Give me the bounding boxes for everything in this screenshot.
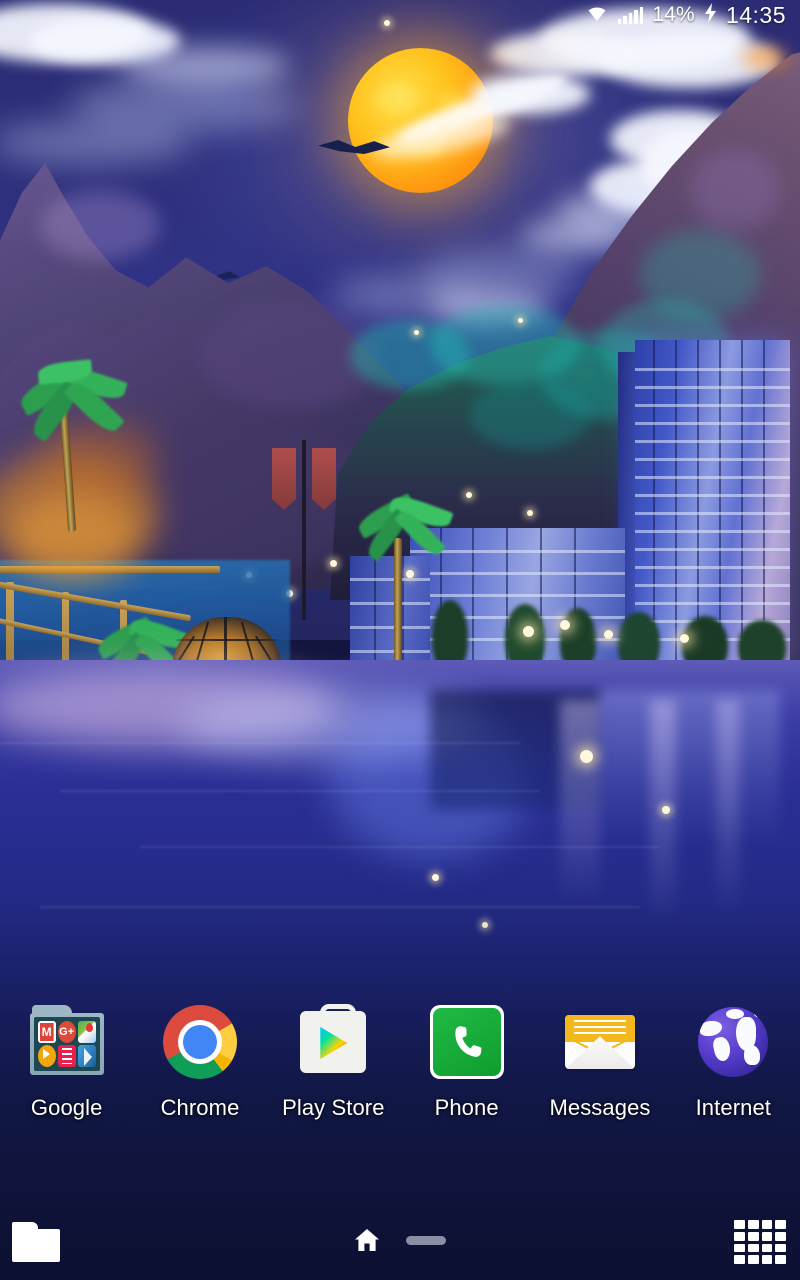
app-drawer-grid-icon[interactable] [734, 1220, 786, 1264]
play-music-mini-icon [37, 1045, 56, 1067]
charging-bolt-icon [704, 2, 717, 28]
grotto-glow [40, 420, 160, 490]
messages-envelope-icon[interactable] [563, 1005, 637, 1079]
mountain-glow [742, 50, 788, 66]
folder-body: G+ [29, 1013, 104, 1075]
globe-landmass [744, 1045, 761, 1065]
dock-app-label: Google [30, 1095, 103, 1120]
wifi-icon [585, 4, 609, 27]
gmail-mini-icon [37, 1021, 56, 1043]
play-store-icon[interactable] [296, 1004, 370, 1079]
building-reflection [600, 690, 780, 840]
home-icon[interactable] [354, 1228, 380, 1252]
dock-app-messages[interactable]: Messages [533, 1005, 666, 1155]
cloud [470, 74, 590, 114]
phone-icon[interactable] [429, 1005, 504, 1079]
handset-glyph [455, 1026, 482, 1057]
street-lamp [330, 560, 337, 567]
street-lamp [466, 492, 472, 498]
folder-icon[interactable] [12, 1222, 60, 1262]
globe-landmass [754, 1009, 769, 1018]
mountain-texture [690, 150, 780, 230]
banner [312, 448, 336, 510]
dock-app-label: Internet [695, 1095, 771, 1120]
clock-label: 14:35 [725, 1, 786, 28]
globe-landmass [711, 1035, 733, 1063]
play-triangle-icon [320, 1027, 348, 1059]
google-plus-mini-icon: G+ [57, 1021, 76, 1043]
globe-landmass [700, 1021, 723, 1036]
banner-pole [302, 440, 306, 620]
battery-percent-label: 14% [652, 3, 695, 26]
app-dock: G+ Google Chrome [0, 1004, 800, 1155]
light-reflection [716, 700, 740, 910]
dock-app-label: Phone [434, 1095, 499, 1120]
dock-app-chrome[interactable]: Chrome [133, 1005, 266, 1155]
dock-app-phone[interactable]: Phone [400, 1005, 533, 1155]
status-bar[interactable]: 14% 14:35 [0, 0, 800, 30]
street-lamp [527, 510, 533, 516]
distant-light [518, 318, 523, 323]
distant-light [414, 330, 419, 335]
play-movies-mini-icon [57, 1045, 76, 1067]
water-light [580, 750, 593, 763]
maps-mini-icon [77, 1021, 96, 1043]
street-lamp [604, 630, 613, 639]
folder-body [12, 1229, 60, 1262]
dock-app-google[interactable]: G+ Google [0, 1005, 133, 1155]
nav-center-group [354, 1228, 446, 1252]
water-light [662, 806, 670, 814]
dock-app-play-store[interactable]: Play Store [267, 1004, 400, 1155]
cloud [490, 32, 640, 76]
envelope-lines [573, 1020, 626, 1037]
street-lamp [560, 620, 570, 630]
street-lamp [680, 634, 689, 643]
android-home-screen: 14% 14:35 G+ [0, 0, 800, 1280]
grotto-glow [10, 490, 140, 580]
street-lamp [523, 626, 534, 637]
bag-body [300, 1011, 367, 1073]
water-light [432, 874, 439, 881]
play-books-mini-icon [77, 1045, 96, 1067]
palm-trunk [394, 538, 402, 668]
street-lamp [406, 570, 414, 578]
recents-pill-icon[interactable] [406, 1235, 446, 1245]
signal-bars-icon [617, 6, 644, 24]
google-folder-icon[interactable]: G+ [29, 1005, 104, 1079]
chrome-icon[interactable] [162, 1005, 237, 1079]
lower-building-left [350, 556, 430, 670]
dock-app-label: Play Store [282, 1095, 385, 1120]
dock-app-label: Chrome [160, 1095, 240, 1120]
dock-app-internet[interactable]: Internet [667, 1005, 800, 1155]
banner [272, 448, 296, 510]
light-reflection [560, 700, 600, 900]
internet-globe-icon[interactable] [696, 1005, 770, 1079]
mountain-texture [40, 190, 160, 260]
dock-app-label: Messages [549, 1095, 651, 1120]
cliff-foliage [470, 380, 590, 450]
navigation-bar [0, 1200, 800, 1280]
